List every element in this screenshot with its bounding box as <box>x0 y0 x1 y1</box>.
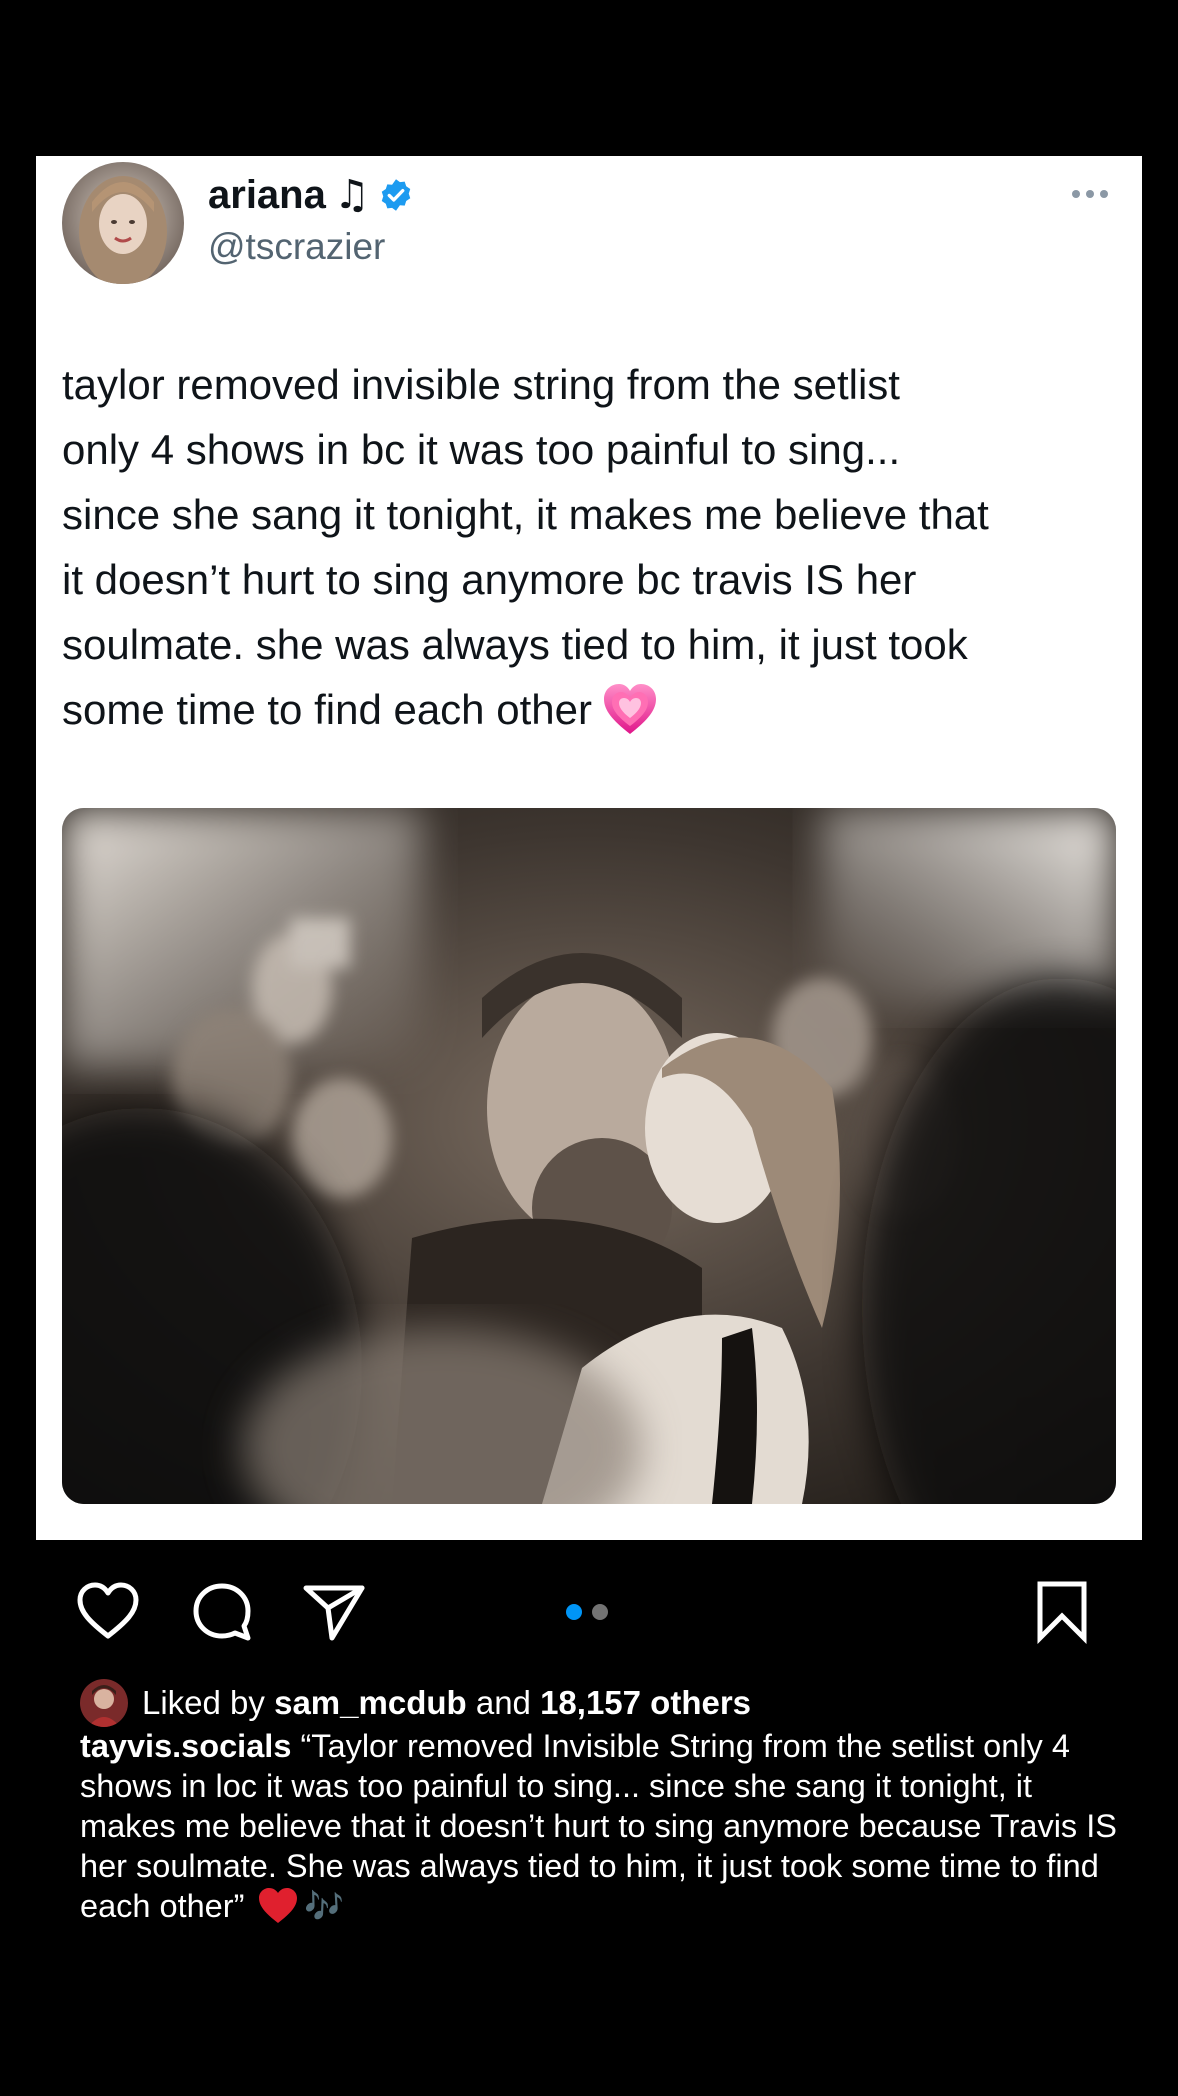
tweet-display-name[interactable]: ariana <box>208 173 326 218</box>
more-dots-icon[interactable] <box>1068 184 1112 204</box>
red-heart-icon <box>258 1887 298 1925</box>
paper-plane-icon[interactable] <box>302 1580 366 1644</box>
verified-badge-icon <box>378 177 414 213</box>
likes-row: Liked by sam_mcdub and 18,157 others <box>80 1679 751 1727</box>
comment-bubble-icon[interactable] <box>190 1580 254 1644</box>
likes-and: and <box>475 1684 531 1721</box>
tweet-photo[interactable] <box>62 808 1116 1504</box>
caption-username[interactable]: tayvis.socials <box>80 1728 291 1764</box>
post-action-bar <box>0 1570 1178 1650</box>
heart-outline-icon[interactable] <box>76 1580 140 1644</box>
likes-count[interactable]: 18,157 others <box>540 1684 751 1721</box>
growing-heart-icon <box>602 682 658 738</box>
tweet-avatar[interactable] <box>62 162 184 284</box>
tweet-card: ariana ♫ @tscrazier taylor removed invis… <box>36 156 1142 1540</box>
likes-text: Liked by sam_mcdub and 18,157 others <box>142 1684 751 1722</box>
tweet-author-row: ariana ♫ <box>208 170 414 220</box>
carousel-dot <box>592 1604 608 1620</box>
bookmark-icon[interactable] <box>1030 1580 1094 1645</box>
tweet-body: taylor removed invisible string from the… <box>62 352 1122 742</box>
post-caption: tayvis.socials “Taylor removed Invisible… <box>80 1726 1120 1926</box>
tweet-text: taylor removed invisible string from the… <box>62 361 989 733</box>
liker-avatar[interactable] <box>80 1679 128 1727</box>
music-notes-glyph: 🎶 <box>304 1887 345 1925</box>
carousel-dot-active <box>566 1604 582 1620</box>
music-note-glyph: ♫ <box>333 172 370 218</box>
carousel-indicator <box>566 1604 608 1620</box>
liker-username[interactable]: sam_mcdub <box>274 1684 467 1721</box>
likes-prefix: Liked by <box>142 1684 265 1721</box>
tweet-handle[interactable]: @tscrazier <box>208 226 385 268</box>
